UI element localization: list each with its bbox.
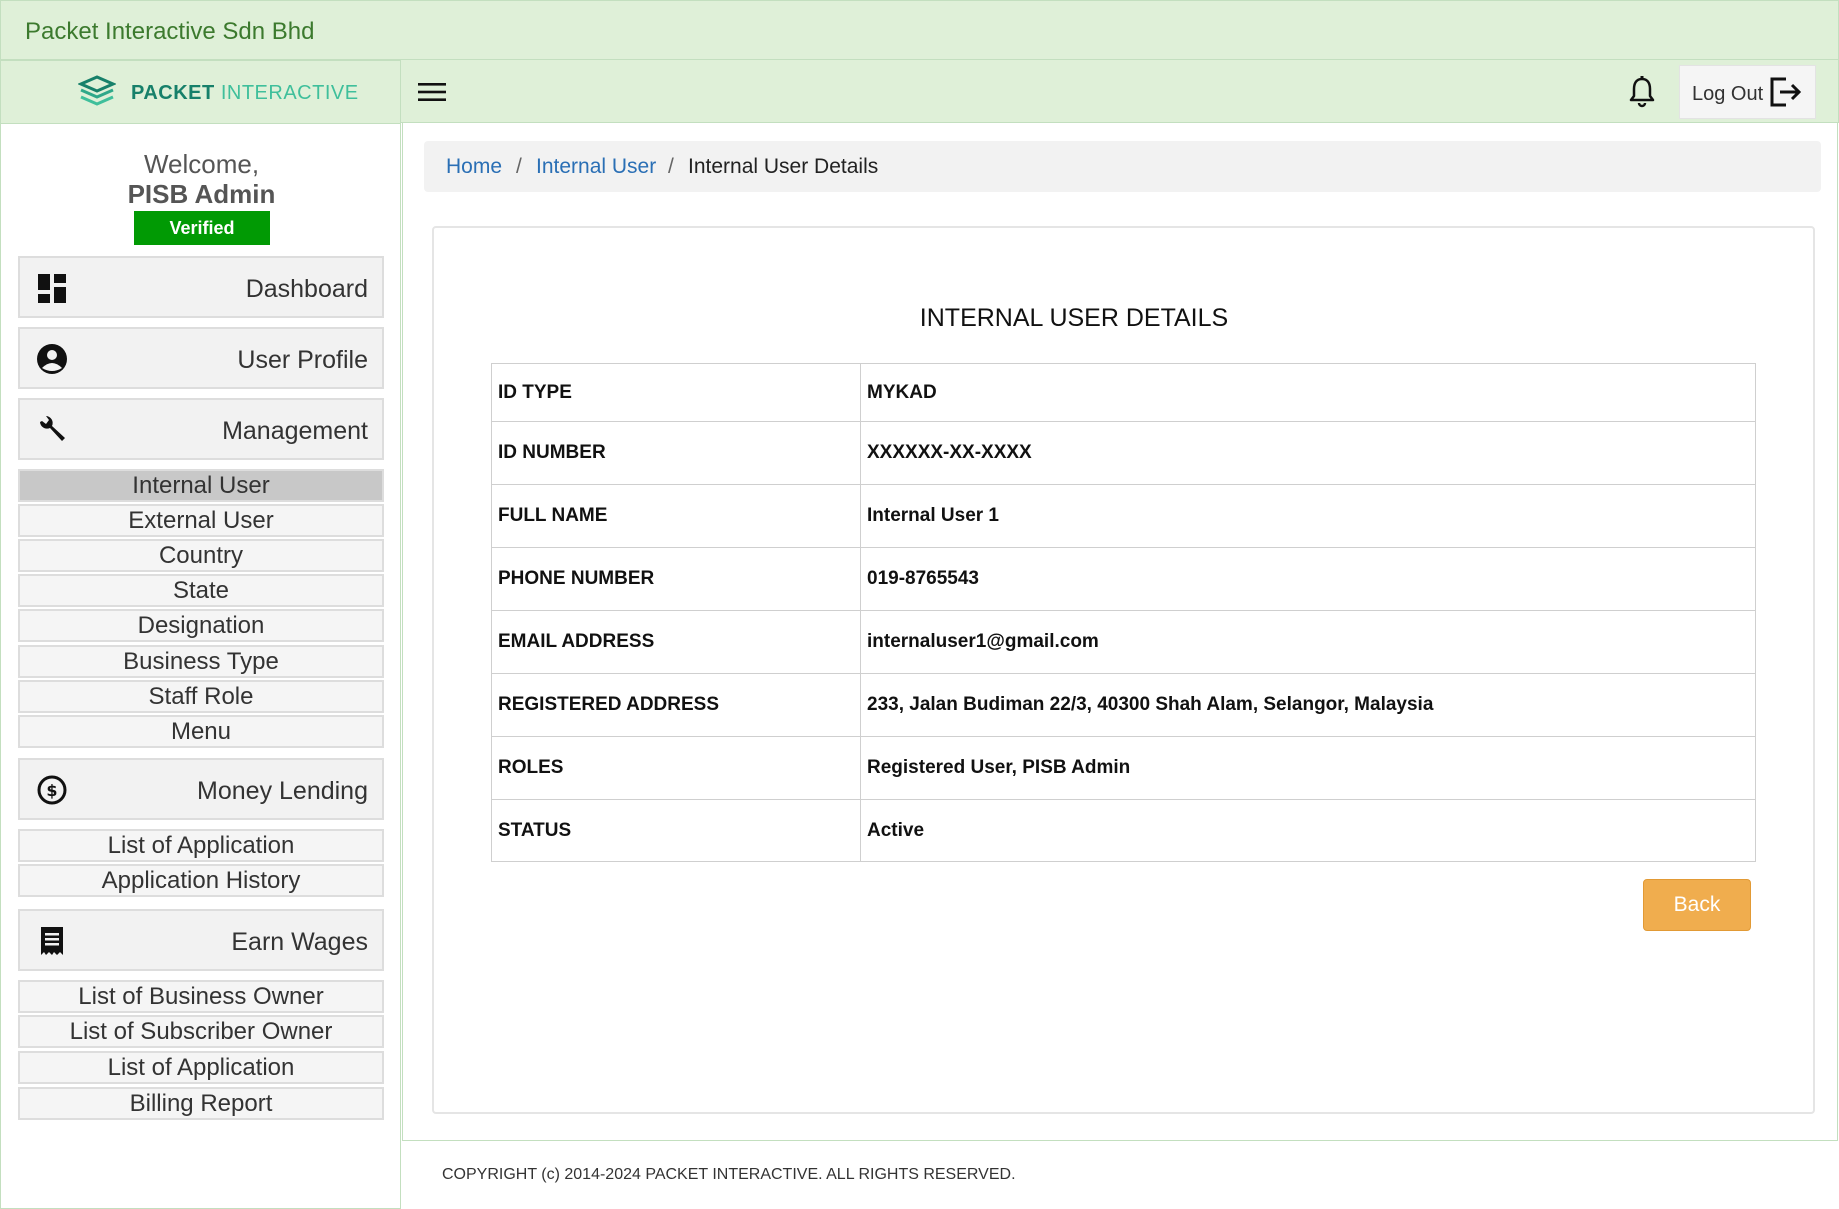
field-label: REGISTERED ADDRESS bbox=[491, 673, 861, 737]
breadcrumb-current: Internal User Details bbox=[688, 155, 879, 178]
field-value: MYKAD bbox=[860, 363, 1756, 422]
field-label: ID TYPE bbox=[491, 363, 861, 422]
sidebar-subitem-billing-report[interactable]: Billing Report bbox=[18, 1087, 384, 1120]
wrench-icon bbox=[40, 416, 65, 441]
sidebar-subitem-list-of-business-owner[interactable]: List of Business Owner bbox=[18, 980, 384, 1013]
sidebar-subitem-list-of-subscriber-owner[interactable]: List of Subscriber Owner bbox=[18, 1015, 384, 1048]
sidebar-subitem-state[interactable]: State bbox=[18, 574, 384, 607]
logout-icon bbox=[1770, 77, 1802, 107]
sidebar-subitem-designation[interactable]: Designation bbox=[18, 609, 384, 642]
welcome-text: Welcome, bbox=[143, 149, 260, 179]
sidebar-subitem-staff-role[interactable]: Staff Role bbox=[18, 680, 384, 713]
app-title: Packet Interactive Sdn Bhd bbox=[25, 18, 315, 45]
verified-badge: Verified bbox=[134, 211, 270, 245]
table-row: ROLES Registered User, PISB Admin bbox=[491, 736, 1756, 800]
receipt-icon bbox=[41, 927, 63, 955]
field-value: 019-8765543 bbox=[860, 547, 1756, 611]
title-bar: Packet Interactive Sdn Bhd bbox=[0, 0, 1839, 60]
field-value: XXXXXX-XX-XXXX bbox=[860, 421, 1756, 485]
field-value: 233, Jalan Budiman 22/3, 40300 Shah Alam… bbox=[860, 673, 1756, 737]
sidebar-item-dashboard[interactable]: Dashboard bbox=[18, 256, 384, 318]
packet-logo-icon bbox=[78, 75, 116, 106]
sidebar-subitem-business-type[interactable]: Business Type bbox=[18, 645, 384, 678]
brand-logo[interactable]: PACKET INTERACTIVE bbox=[1, 61, 400, 124]
field-value: Registered User, PISB Admin bbox=[860, 736, 1756, 800]
table-row: FULL NAME Internal User 1 bbox=[491, 484, 1756, 548]
main-content: Home / Internal User / Internal User Det… bbox=[402, 123, 1838, 1141]
brand-part-2: INTERACTIVE bbox=[220, 82, 359, 104]
brand-part-1: PACKET bbox=[131, 82, 215, 104]
sidebar-item-user-profile[interactable]: User Profile bbox=[18, 327, 384, 389]
table-row: REGISTERED ADDRESS 233, Jalan Budiman 22… bbox=[491, 673, 1756, 737]
breadcrumb: Home / Internal User / Internal User Det… bbox=[424, 141, 1821, 192]
field-label: FULL NAME bbox=[491, 484, 861, 548]
sidebar-subitem-application-history[interactable]: Application History bbox=[18, 864, 384, 897]
back-button[interactable]: Back bbox=[1643, 879, 1751, 931]
top-navbar: Log Out bbox=[401, 60, 1839, 123]
sidebar-subitem-external-user[interactable]: External User bbox=[18, 504, 384, 537]
footer-copyright: COPYRIGHT (c) 2014-2024 PACKET INTERACTI… bbox=[442, 1166, 1016, 1183]
sidebar-item-label: Money Lending bbox=[197, 777, 368, 805]
sidebar-subitem-list-of-application[interactable]: List of Application bbox=[18, 1051, 384, 1084]
details-table: ID TYPE MYKAD ID NUMBER XXXXXX-XX-XXXX F… bbox=[491, 363, 1756, 862]
sidebar: PACKET INTERACTIVE Welcome, PISB Admin V… bbox=[0, 60, 401, 1209]
hamburger-icon[interactable] bbox=[417, 80, 447, 104]
dollar-circle-icon: $ bbox=[37, 775, 67, 805]
bell-icon[interactable] bbox=[1625, 75, 1659, 109]
sidebar-item-money-lending[interactable]: $ Money Lending bbox=[18, 758, 384, 820]
field-label: STATUS bbox=[491, 799, 861, 862]
sidebar-item-label: Dashboard bbox=[245, 275, 368, 303]
field-label: ROLES bbox=[491, 736, 861, 800]
logout-button[interactable]: Log Out bbox=[1679, 65, 1816, 119]
svg-text:$: $ bbox=[46, 781, 57, 800]
breadcrumb-separator: / bbox=[516, 155, 522, 178]
sidebar-subitem-country[interactable]: Country bbox=[18, 539, 384, 572]
brand-name: PACKET INTERACTIVE bbox=[131, 82, 359, 105]
table-row: PHONE NUMBER 019-8765543 bbox=[491, 547, 1756, 611]
page-title: INTERNAL USER DETAILS bbox=[919, 304, 1229, 332]
logout-label: Log Out bbox=[1692, 83, 1764, 105]
breadcrumb-home-link[interactable]: Home bbox=[446, 155, 502, 179]
sidebar-subitem-menu[interactable]: Menu bbox=[18, 715, 384, 748]
account-circle-icon bbox=[37, 344, 67, 374]
table-row: ID TYPE MYKAD bbox=[491, 363, 1756, 422]
sidebar-item-label: Earn Wages bbox=[231, 928, 368, 956]
breadcrumb-internal-user-link[interactable]: Internal User bbox=[536, 155, 656, 179]
field-label: ID NUMBER bbox=[491, 421, 861, 485]
field-value: Active bbox=[860, 799, 1756, 862]
field-label: PHONE NUMBER bbox=[491, 547, 861, 611]
field-label: EMAIL ADDRESS bbox=[491, 610, 861, 674]
sidebar-item-label: User Profile bbox=[237, 346, 368, 374]
sidebar-item-management[interactable]: Management bbox=[18, 398, 384, 460]
dashboard-icon bbox=[38, 274, 66, 303]
table-row: STATUS Active bbox=[491, 799, 1756, 862]
breadcrumb-separator: / bbox=[668, 155, 674, 178]
sidebar-item-label: Management bbox=[222, 417, 368, 445]
user-name: PISB Admin bbox=[127, 179, 276, 209]
table-row: EMAIL ADDRESS internaluser1@gmail.com bbox=[491, 610, 1756, 674]
table-row: ID NUMBER XXXXXX-XX-XXXX bbox=[491, 421, 1756, 485]
sidebar-subitem-list-of-application[interactable]: List of Application bbox=[18, 829, 384, 862]
field-value: Internal User 1 bbox=[860, 484, 1756, 548]
details-card: INTERNAL USER DETAILS ID TYPE MYKAD ID N… bbox=[432, 226, 1815, 1114]
sidebar-item-earn-wages[interactable]: Earn Wages bbox=[18, 909, 384, 971]
sidebar-subitem-internal-user[interactable]: Internal User bbox=[18, 469, 384, 502]
field-value: internaluser1@gmail.com bbox=[860, 610, 1756, 674]
